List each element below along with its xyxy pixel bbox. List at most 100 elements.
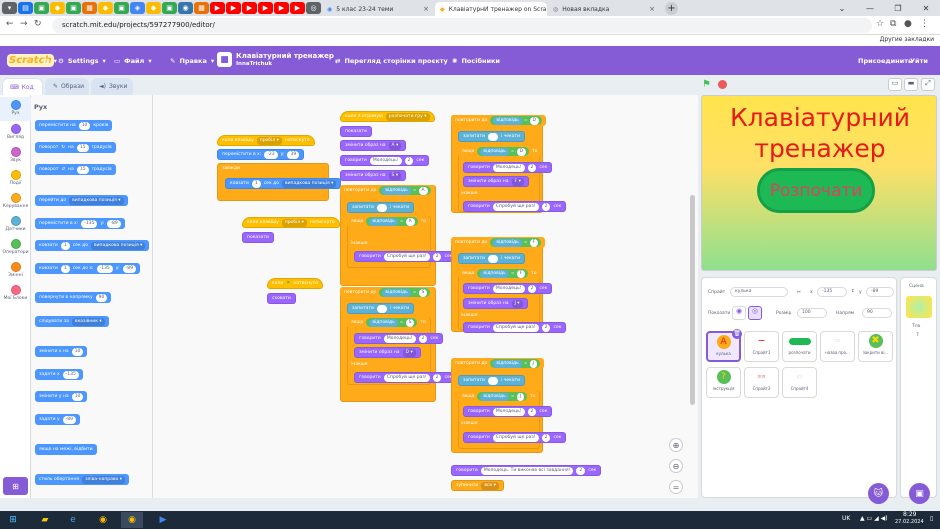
- block-input[interactable]: -135: [81, 219, 98, 228]
- block-input[interactable]: A: [418, 186, 428, 195]
- block-dropdown[interactable]: випадкова позиція ▾: [90, 241, 146, 250]
- close-icon[interactable]: ×: [423, 5, 429, 13]
- language-menu[interactable]: ◍ ▾: [44, 46, 57, 75]
- minimize-icon[interactable]: —: [856, 0, 884, 16]
- youtube-icon[interactable]: ▶: [258, 2, 273, 14]
- category-events[interactable]: Події: [0, 170, 31, 186]
- zoom-reset-button[interactable]: =: [669, 480, 683, 494]
- block-input[interactable]: 39: [287, 150, 300, 159]
- see-project-page-button[interactable]: ⇄ Перегляд сторінки проєкту: [335, 46, 448, 75]
- block-goto[interactable]: перейти до випадкова позиція ▾: [35, 195, 128, 206]
- block-show[interactable]: показати: [242, 232, 274, 243]
- block-dropdown[interactable]: все ▾: [481, 481, 499, 490]
- block-input[interactable]: [376, 304, 387, 313]
- reporter-answer[interactable]: відповідь: [480, 147, 509, 156]
- browser-tab-active[interactable]: ◆КлавіатурнИ тренажер on Scra×: [435, 2, 547, 16]
- add-extension-button[interactable]: ⊞: [3, 477, 28, 495]
- block-set-x[interactable]: задати x -135: [35, 369, 83, 380]
- profile-icon[interactable]: ●: [904, 19, 912, 29]
- block-input[interactable]: 90: [95, 293, 108, 302]
- block-dropdown[interactable]: D ▾: [402, 348, 416, 357]
- pinned-tab-icon[interactable]: ◉: [178, 2, 193, 14]
- block-glide[interactable]: ковзати 1 сек до випадкова позиція ▾: [225, 178, 342, 189]
- url-input[interactable]: scratch.mit.edu/projects/597277900/edito…: [52, 18, 872, 33]
- block-input[interactable]: S: [418, 288, 428, 297]
- tab-code[interactable]: ⌨ Код: [2, 78, 43, 95]
- block-dropdown[interactable]: випадкова позиція ▾: [281, 179, 337, 188]
- size-input[interactable]: 100: [797, 308, 827, 318]
- block-goto-xy[interactable]: перемістити в x: -135 y: -89: [35, 218, 125, 229]
- category-control[interactable]: Керування: [0, 193, 31, 209]
- fullscreen-icon[interactable]: ⤢: [921, 78, 935, 91]
- sprite-name-input[interactable]: кулька: [730, 287, 788, 297]
- stage-canvas[interactable]: Клавіатурний тренажер Розпочати: [701, 95, 937, 271]
- condition-equals[interactable]: відповідь = S: [379, 288, 431, 297]
- pinned-tab-icon[interactable]: ▣: [34, 2, 49, 14]
- sprite-thumb[interactable]: ✖ закрити ві...: [858, 331, 893, 362]
- block-dropdown[interactable]: S ▾: [388, 171, 402, 180]
- clock-date[interactable]: 27.02.2024: [895, 519, 924, 525]
- block-glide-xy[interactable]: ковзати 1 сек до x: -135 y: -89: [35, 263, 141, 274]
- block-if-header[interactable]: якщо відповідь = Aто: [347, 216, 431, 227]
- block-input[interactable]: S: [405, 318, 415, 327]
- zoom-out-button[interactable]: ⊖: [669, 459, 683, 473]
- browser-tab[interactable]: ◉ 5 клас 23-24 теми ×: [322, 2, 434, 16]
- language-indicator[interactable]: UK: [842, 515, 850, 522]
- category-sensing[interactable]: Датчики: [0, 216, 31, 232]
- block-input[interactable]: -89: [107, 219, 121, 228]
- condition-equals[interactable]: відповідь = F: [477, 269, 529, 278]
- block-input[interactable]: 2: [432, 252, 442, 261]
- block-dropdown[interactable]: пробіл ▾: [256, 136, 282, 145]
- block-input[interactable]: J: [529, 359, 537, 368]
- sprite-thumb[interactable]: ━━ Спрайт1: [744, 331, 779, 362]
- add-sprite-button[interactable]: 🐱: [868, 483, 889, 504]
- add-backdrop-button[interactable]: ▣: [909, 483, 930, 504]
- block-input[interactable]: F: [516, 269, 526, 278]
- stop-icon[interactable]: [718, 80, 727, 89]
- block-turn-right[interactable]: поворот ↻ на 15 градусів: [35, 142, 116, 153]
- block-input[interactable]: [487, 132, 498, 141]
- block-dropdown[interactable]: розпочати гру ▾: [385, 112, 430, 121]
- tutorials-button[interactable]: ✺ Посібники: [452, 46, 500, 75]
- trash-icon[interactable]: 🗑: [732, 329, 742, 339]
- hat-when-key-pressed[interactable]: коли клавішу пробіл ▾ натиснуто: [242, 217, 340, 228]
- pinned-tab-icon[interactable]: ▦: [82, 2, 97, 14]
- hat-when-key-pressed[interactable]: коли клавішу пробіл ▾ натиснуто: [217, 135, 315, 146]
- green-flag-icon[interactable]: ⚑: [702, 79, 711, 90]
- ie-icon[interactable]: e: [62, 512, 84, 528]
- stage-target-pane[interactable]: Сцена Тло 7 ▣: [900, 277, 937, 504]
- windows-start-icon[interactable]: ⊞: [2, 512, 24, 528]
- block-input[interactable]: 10: [71, 392, 84, 401]
- maximize-icon[interactable]: ❐: [884, 0, 912, 16]
- reporter-answer[interactable]: відповідь: [382, 288, 411, 297]
- block-input[interactable]: Спробуй ще раз!: [383, 252, 430, 261]
- settings-menu[interactable]: ⚙ Settings ▾: [58, 46, 106, 75]
- block-input[interactable]: Спробуй ще раз!: [492, 202, 539, 211]
- block-stop[interactable]: зупинити все ▾: [451, 480, 504, 491]
- tab-list-icon[interactable]: ▾: [2, 2, 17, 14]
- block-move-steps[interactable]: перемістити на 10 кроків: [35, 120, 113, 131]
- block-input[interactable]: 1: [251, 179, 261, 188]
- condition-equals[interactable]: відповідь = J: [490, 359, 540, 368]
- block-say-for-secs[interactable]: говорити Молодець! 2 сек: [463, 283, 553, 294]
- block-input[interactable]: 1: [60, 264, 70, 273]
- file-menu[interactable]: ▭ Файл ▾: [114, 46, 152, 75]
- chrome-active-icon[interactable]: ◉: [121, 512, 143, 528]
- block-switch-costume[interactable]: змінити образ на A ▾: [340, 140, 407, 151]
- condition-equals[interactable]: відповідь = A: [366, 217, 418, 226]
- block-say-for-secs[interactable]: говорити Спробуй ще раз! 2 сек: [463, 432, 567, 443]
- block-input[interactable]: 2: [527, 407, 537, 416]
- block-input[interactable]: Спробуй ще раз!: [383, 373, 430, 382]
- block-input[interactable]: J: [516, 392, 524, 401]
- pinned-tab-icon[interactable]: ◆: [146, 2, 161, 14]
- block-dropdown[interactable]: випадкова позиція ▾: [69, 196, 124, 205]
- block-turn-left[interactable]: поворот ↺ на 15 градусів: [35, 164, 116, 175]
- reporter-answer[interactable]: відповідь: [493, 359, 522, 368]
- block-say-for-secs[interactable]: говорити Спробуй ще раз! 2 сек: [354, 372, 458, 383]
- reporter-answer[interactable]: відповідь: [369, 217, 398, 226]
- notification-icon[interactable]: ▯: [930, 515, 933, 522]
- block-input[interactable]: 15: [76, 143, 89, 152]
- block-input[interactable]: Молодець!: [369, 156, 402, 165]
- condition-equals[interactable]: відповідь = D: [490, 116, 542, 125]
- block-change-y[interactable]: змінити у на 10: [35, 391, 88, 402]
